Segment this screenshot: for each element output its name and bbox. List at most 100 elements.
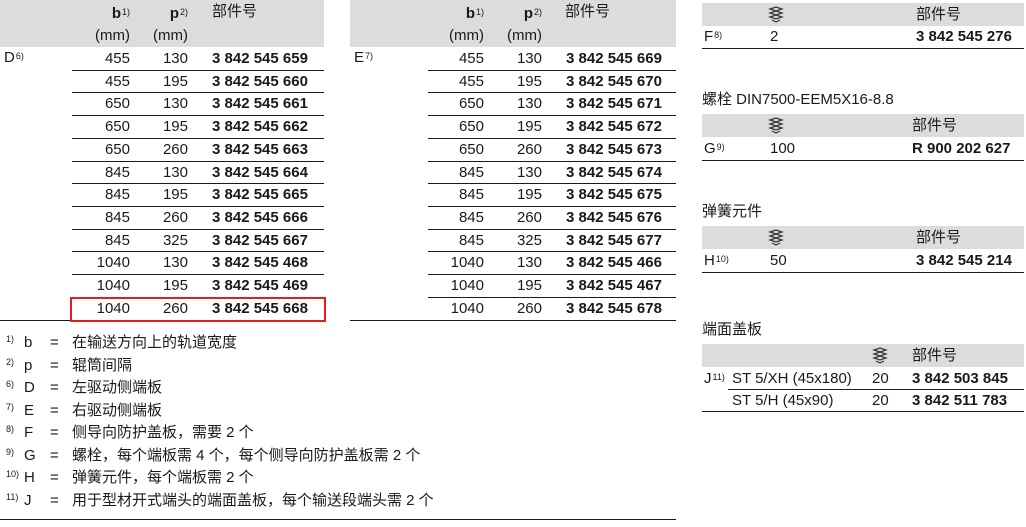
- footnote-letter: J: [24, 491, 32, 509]
- row-divider: [428, 274, 676, 275]
- b-value: 1040: [96, 254, 130, 271]
- p-value: 195: [516, 73, 542, 90]
- footnote-number: 6): [6, 379, 15, 389]
- p-value: 260: [516, 141, 542, 158]
- p-value: 195: [162, 186, 188, 203]
- b-value: 1040: [450, 254, 484, 271]
- stacked-parts-icon: [768, 5, 784, 27]
- qty-value: 20: [872, 370, 889, 387]
- p-value: 260: [516, 300, 542, 317]
- footnote-equals: =: [50, 334, 59, 351]
- p-value: 260: [162, 209, 188, 226]
- col-b-header: b1): [111, 5, 130, 22]
- row-divider: [72, 251, 324, 252]
- part-number: 3 842 545 675: [566, 186, 662, 203]
- qty-value: 100: [770, 140, 796, 157]
- footnote-row: 6) D = 左驱动侧端板: [6, 377, 162, 399]
- row-divider: [428, 251, 676, 252]
- table-e-label: E7): [354, 49, 374, 66]
- row-divider: [72, 92, 324, 93]
- b-value: 650: [104, 118, 130, 135]
- table-g-rule: [702, 160, 1024, 161]
- p-value: 130: [516, 254, 542, 271]
- part-number: 3 842 545 677: [566, 232, 662, 249]
- part-number: 3 842 545 673: [566, 141, 662, 158]
- row-divider: [428, 206, 676, 207]
- unit-b: (mm): [449, 27, 484, 44]
- section-title-j: 端面盖板: [702, 321, 763, 338]
- b-value: 650: [458, 95, 484, 112]
- footnote-number: 8): [6, 424, 15, 434]
- row-divider: [428, 138, 676, 139]
- row-divider: [72, 138, 324, 139]
- b-value: 845: [104, 209, 130, 226]
- unit-p: (mm): [507, 27, 542, 44]
- footnote-row: 7) E = 右驱动侧端板: [6, 400, 162, 422]
- p-value: 195: [162, 73, 188, 90]
- unit-b: (mm): [95, 27, 130, 44]
- col-part-header: 部件号: [212, 3, 258, 20]
- p-value: 130: [162, 50, 188, 67]
- footnote-number: 9): [6, 446, 15, 457]
- row-divider: [72, 229, 324, 230]
- part-number: 3 842 545 660: [212, 73, 308, 90]
- part-number: 3 842 545 672: [566, 118, 662, 135]
- footnote-text: 用于型材开式端头的端面盖板，每个输送段端头需 2 个: [72, 491, 434, 509]
- p-value: 130: [162, 254, 188, 271]
- b-value: 1040: [450, 277, 484, 294]
- row-divider: [72, 70, 324, 71]
- footnote-letter: F: [24, 424, 34, 441]
- stacked-parts-icon: [872, 346, 888, 368]
- part-number: 3 842 545 468: [212, 254, 308, 271]
- table-g-label: G9): [704, 140, 725, 157]
- table-f-label: F8): [704, 28, 723, 45]
- table-f-header: [702, 3, 1024, 26]
- footnote-letter: b: [24, 334, 33, 351]
- col-part-header: 部件号: [565, 3, 611, 20]
- footnote-text: 侧导向防护盖板，需要 2 个: [72, 424, 254, 441]
- part-number: 3 842 545 666: [212, 209, 308, 226]
- footnote-number: 10): [6, 469, 20, 479]
- b-value: 455: [104, 73, 130, 90]
- row-divider: [428, 161, 676, 162]
- p-value: 195: [516, 277, 542, 294]
- footnote-equals: =: [50, 424, 59, 441]
- part-number: 3 842 545 663: [212, 141, 308, 158]
- row-divider: [428, 229, 676, 230]
- part-number: 3 842 545 661: [212, 95, 308, 112]
- footnote-number: 11): [6, 491, 19, 502]
- part-number: R 900 202 627: [912, 140, 1011, 157]
- table-j-rule: [728, 389, 1024, 390]
- p-value: 130: [162, 164, 188, 181]
- col-part-header: 部件号: [912, 117, 958, 134]
- footnote-number: 7): [6, 401, 15, 412]
- part-number: 3 842 503 845: [912, 370, 1008, 387]
- col-part-header: 部件号: [916, 6, 962, 23]
- col-p-header: p2): [169, 5, 188, 22]
- table-g-header: [702, 114, 1024, 137]
- row-divider: [72, 206, 324, 207]
- p-value: 130: [516, 50, 542, 67]
- footnote-equals: =: [50, 401, 59, 419]
- footnote-row: 2) p = 辊筒间隔: [6, 355, 132, 377]
- row-divider: [428, 70, 676, 71]
- footnote-equals: =: [50, 356, 59, 374]
- row-divider: [72, 183, 324, 184]
- row-divider: [72, 115, 324, 116]
- part-number: 3 842 545 662: [212, 118, 308, 135]
- b-value: 845: [458, 232, 484, 249]
- b-value: 845: [458, 186, 484, 203]
- footnote-number: 2): [6, 356, 15, 367]
- table-h-label: H10): [704, 252, 729, 269]
- footnote-row: 10) H = 弹簧元件，每个端板需 2 个: [6, 467, 254, 489]
- part-number: 3 842 545 214: [916, 252, 1012, 269]
- part-number: 3 842 545 670: [566, 73, 662, 90]
- table-j-label: J11): [704, 370, 725, 387]
- b-value: 650: [458, 141, 484, 158]
- footnote-letter: p: [24, 356, 33, 374]
- row-divider: [72, 161, 324, 162]
- b-value: 650: [104, 141, 130, 158]
- section-title-h: 弹簧元件: [702, 203, 763, 220]
- footnote-text: 在输送方向上的轨道宽度: [72, 334, 238, 351]
- highlight-box: [70, 297, 326, 322]
